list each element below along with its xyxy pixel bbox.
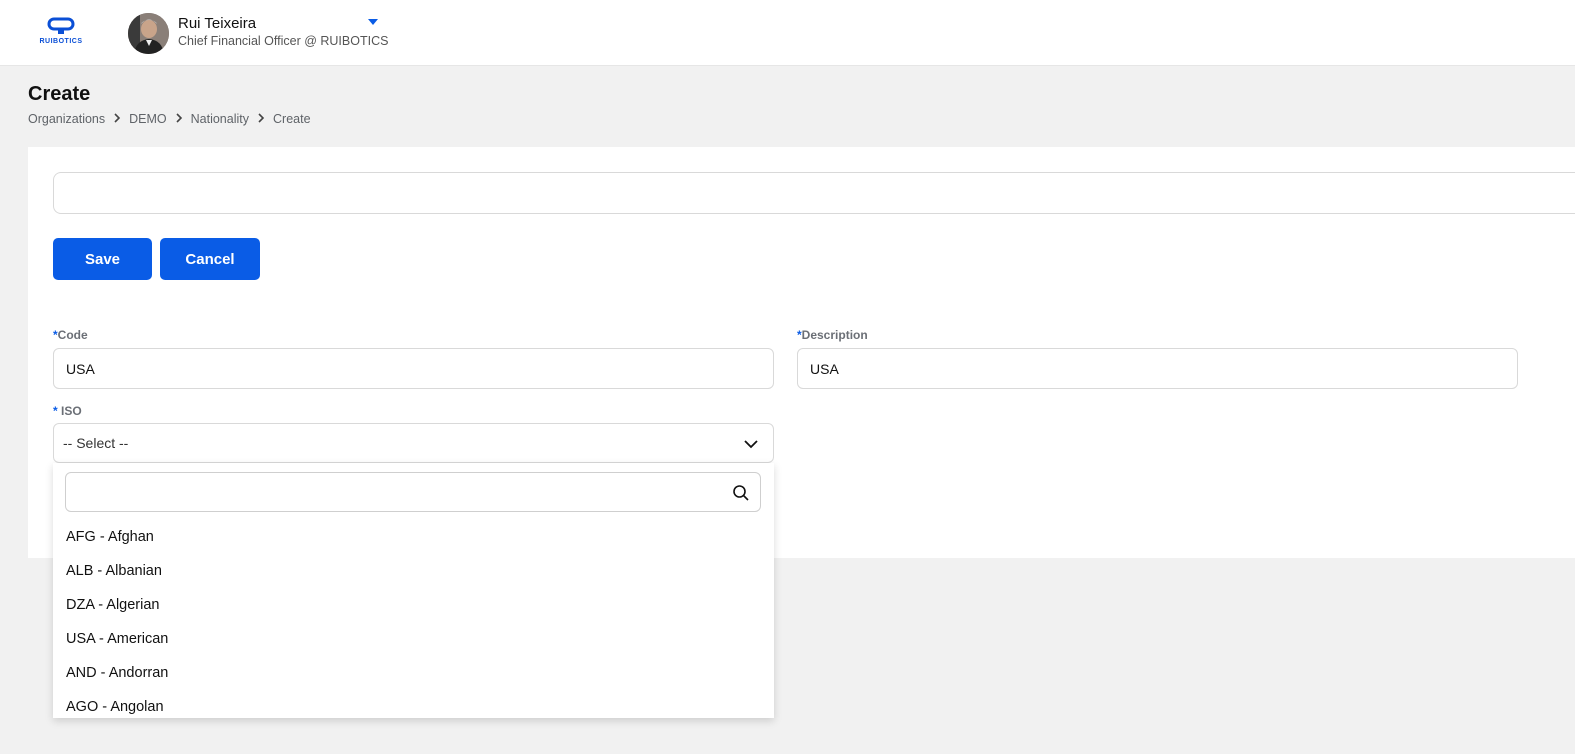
chevron-right-icon — [167, 112, 191, 126]
user-menu-caret-icon[interactable] — [368, 19, 378, 25]
top-bar: RUIBOTICS Rui Teixeira Chief Financial O… — [0, 0, 1575, 66]
user-photo-icon — [128, 13, 169, 54]
breadcrumb: Organizations DEMO Nationality Create — [28, 112, 311, 126]
iso-option-list: AFG - Afghan ALB - Albanian DZA - Algeri… — [53, 520, 774, 718]
message-bar — [53, 172, 1575, 214]
user-name[interactable]: Rui Teixeira — [178, 15, 256, 32]
iso-search-input[interactable] — [65, 472, 761, 512]
chevron-right-icon — [249, 112, 273, 126]
list-item[interactable]: AGO - Angolan — [53, 690, 774, 718]
list-item[interactable]: AND - Andorran — [53, 656, 774, 690]
logo-text: RUIBOTICS — [39, 38, 83, 45]
list-item[interactable]: AFG - Afghan — [53, 520, 774, 554]
breadcrumb-nationality[interactable]: Nationality — [191, 112, 249, 126]
iso-dropdown: AFG - Afghan ALB - Albanian DZA - Algeri… — [53, 463, 774, 718]
search-icon — [733, 485, 749, 501]
logo-icon — [47, 17, 75, 34]
save-button[interactable]: Save — [53, 238, 152, 280]
list-item[interactable]: USA - American — [53, 622, 774, 656]
iso-select[interactable]: -- Select -- — [53, 423, 774, 463]
chevron-down-icon — [744, 440, 758, 449]
list-item[interactable]: DZA - Algerian — [53, 588, 774, 622]
user-role: Chief Financial Officer @ RUIBOTICS — [178, 34, 389, 48]
breadcrumb-demo[interactable]: DEMO — [129, 112, 167, 126]
breadcrumb-organizations[interactable]: Organizations — [28, 112, 105, 126]
cancel-button[interactable]: Cancel — [160, 238, 260, 280]
chevron-right-icon — [105, 112, 129, 126]
iso-label: * ISO — [53, 404, 82, 418]
company-logo[interactable]: RUIBOTICS — [30, 16, 92, 50]
avatar[interactable] — [128, 13, 169, 54]
breadcrumb-create: Create — [273, 112, 311, 126]
description-label: *Description — [797, 328, 868, 342]
code-input[interactable]: USA — [53, 348, 774, 389]
description-input[interactable]: USA — [797, 348, 1518, 389]
iso-selected-value: -- Select -- — [63, 435, 129, 451]
code-label: *Code — [53, 328, 88, 342]
page-title: Create — [28, 83, 91, 105]
list-item[interactable]: ALB - Albanian — [53, 554, 774, 588]
